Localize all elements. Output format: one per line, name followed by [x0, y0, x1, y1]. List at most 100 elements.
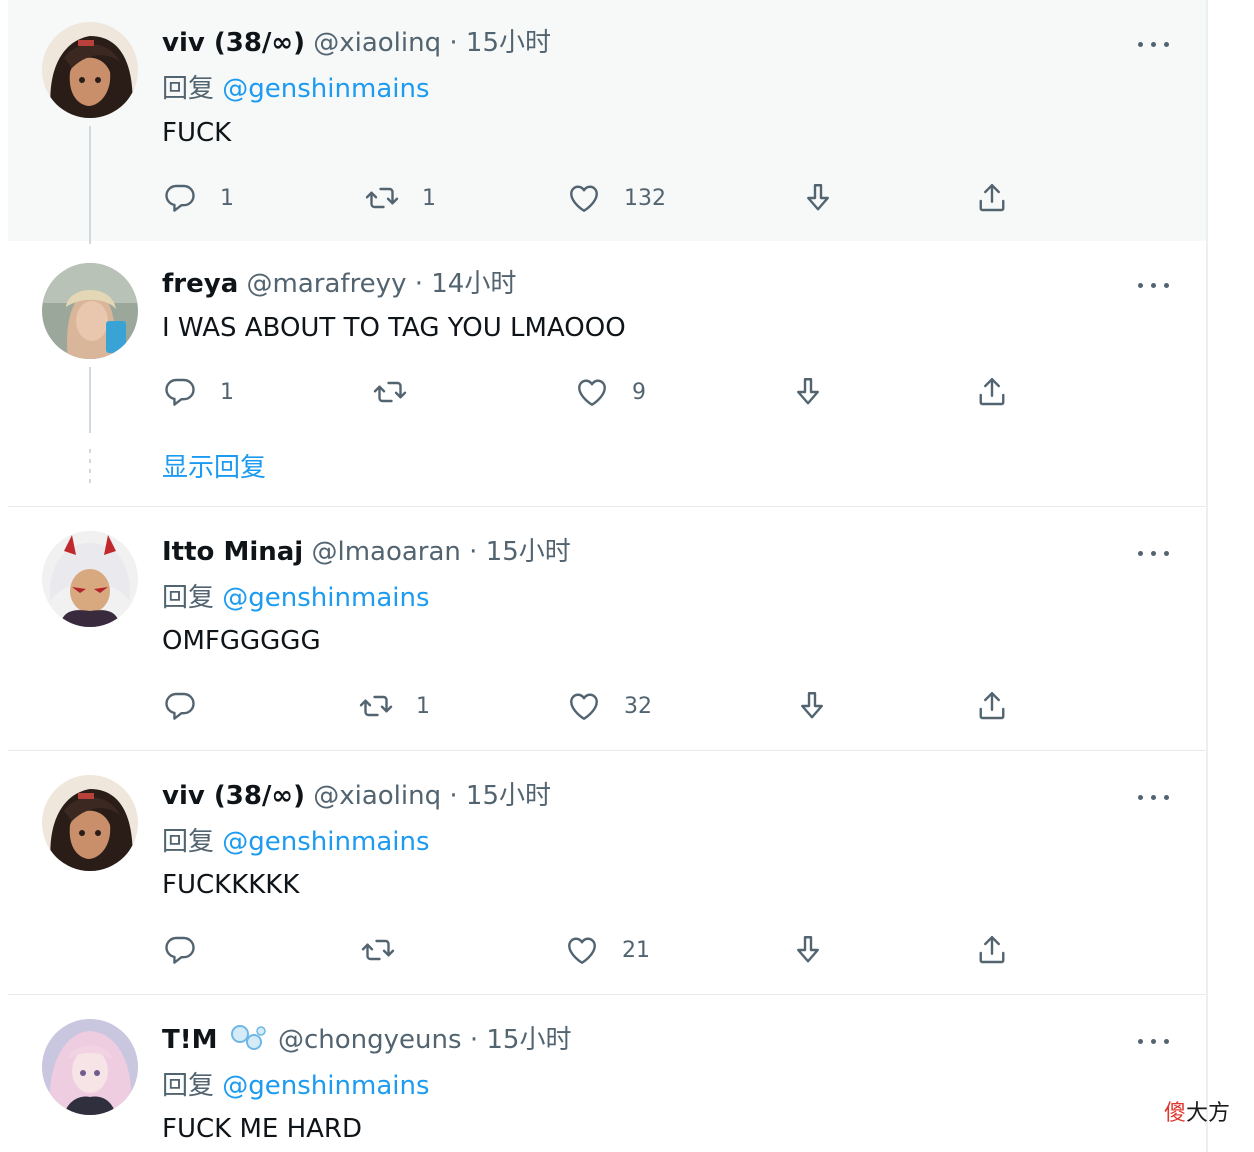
reply-count: 1	[220, 185, 234, 211]
timestamp[interactable]: 15小时	[466, 781, 551, 811]
tweet-text: I WAS ABOUT TO TAG YOU LMAOOO	[162, 313, 626, 343]
like-button[interactable]: 9	[574, 372, 646, 412]
show-replies-link[interactable]: 显示回复	[162, 451, 266, 485]
separator-dot: ·	[469, 1025, 479, 1055]
reply-count: 1	[220, 379, 234, 405]
tweet-text: FUCKKKKK	[162, 870, 300, 900]
reply-mention-link[interactable]: @genshinmains	[222, 1071, 429, 1101]
share-icon	[974, 688, 1010, 724]
share-button[interactable]	[974, 372, 1010, 412]
reply-feed: viv (38/∞) @xiaolinq · 15小时 回复 @genshinm…	[8, 0, 1206, 1152]
share-button[interactable]	[974, 930, 1010, 970]
more-options-icon[interactable]	[1136, 1031, 1172, 1051]
reply-button[interactable]: 1	[162, 372, 234, 412]
display-name[interactable]: viv (38/∞)	[162, 28, 305, 58]
replying-to: 回复 @genshinmains	[162, 72, 430, 106]
reply-button[interactable]	[162, 930, 198, 970]
user-handle[interactable]: @lmaoaran	[311, 537, 460, 567]
horned-character-avatar[interactable]	[42, 531, 138, 627]
like-count: 132	[624, 185, 666, 211]
download-button[interactable]	[794, 686, 830, 726]
timestamp[interactable]: 15小时	[486, 537, 571, 567]
tweet[interactable]: freya @marafreyy · 14小时 I WAS ABOUT TO T…	[8, 241, 1206, 507]
reply-mention-link[interactable]: @genshinmains	[222, 827, 429, 857]
separator-dot: ·	[469, 537, 478, 567]
thread-line	[89, 367, 91, 433]
separator-dot: ·	[449, 28, 458, 58]
download-icon	[800, 180, 836, 216]
timestamp[interactable]: 14小时	[431, 269, 516, 299]
heart-icon	[564, 932, 600, 968]
like-count: 9	[632, 379, 646, 405]
tweet-header: Itto Minaj @lmaoaran · 15小时	[162, 535, 571, 569]
retweet-button[interactable]: 1	[364, 178, 436, 218]
tweet[interactable]: T!M @chongyeuns · 15小时 回复 @genshinmains …	[8, 995, 1206, 1152]
like-button[interactable]: 21	[564, 930, 650, 970]
reply-mention-link[interactable]: @genshinmains	[222, 74, 429, 104]
bubbles-emoji	[230, 1024, 266, 1061]
display-name[interactable]: Itto Minaj	[162, 537, 303, 567]
retweet-icon	[372, 374, 408, 410]
more-options-icon[interactable]	[1136, 787, 1172, 807]
tweet-header: freya @marafreyy · 14小时	[162, 267, 516, 301]
user-handle[interactable]: @marafreyy	[247, 269, 407, 299]
reply-button[interactable]	[162, 686, 198, 726]
tweet-text: OMFGGGGG	[162, 626, 321, 656]
tweet-text: FUCK	[162, 118, 232, 148]
tweet[interactable]: viv (38/∞) @xiaolinq · 15小时 回复 @genshinm…	[8, 0, 1206, 244]
replying-to: 回复 @genshinmains	[162, 581, 430, 615]
more-options-icon[interactable]	[1136, 543, 1172, 563]
display-name[interactable]: viv (38/∞)	[162, 781, 305, 811]
reply-prefix: 回复	[162, 74, 215, 104]
like-count: 32	[624, 693, 652, 719]
share-button[interactable]	[974, 178, 1010, 218]
separator-dot: ·	[449, 781, 458, 811]
retweet-icon	[364, 180, 400, 216]
reply-mention-link[interactable]: @genshinmains	[222, 583, 429, 613]
tweet-header: viv (38/∞) @xiaolinq · 15小时	[162, 779, 551, 813]
share-icon	[974, 180, 1010, 216]
watermark: 傻大方	[1164, 1100, 1230, 1128]
like-button[interactable]: 32	[566, 686, 652, 726]
user-handle[interactable]: @chongyeuns	[278, 1025, 462, 1055]
tweet[interactable]: viv (38/∞) @xiaolinq · 15小时 回复 @genshinm…	[8, 751, 1206, 995]
download-button[interactable]	[790, 372, 826, 412]
pink-haired-character-avatar[interactable]	[42, 1019, 138, 1115]
download-icon	[790, 374, 826, 410]
retweet-icon	[360, 932, 396, 968]
tweet-text: FUCK ME HARD	[162, 1114, 363, 1144]
watermark-text: 大方	[1186, 1101, 1231, 1126]
display-name[interactable]: freya	[162, 269, 238, 299]
timestamp[interactable]: 15小时	[466, 28, 551, 58]
more-options-icon[interactable]	[1136, 34, 1172, 54]
retweet-count: 1	[422, 185, 436, 211]
thread-line	[89, 126, 91, 244]
retweet-button[interactable]	[360, 930, 396, 970]
reply-button[interactable]: 1	[162, 178, 234, 218]
user-handle[interactable]: @xiaolinq	[313, 28, 441, 58]
watermark-char: 傻	[1164, 1101, 1187, 1126]
share-icon	[974, 932, 1010, 968]
dark-haired-character-avatar[interactable]	[42, 22, 138, 118]
user-handle[interactable]: @xiaolinq	[313, 781, 441, 811]
share-button[interactable]	[974, 686, 1010, 726]
photo-avatar[interactable]	[42, 263, 138, 359]
timestamp[interactable]: 15小时	[486, 1025, 571, 1055]
reply-prefix: 回复	[162, 583, 215, 613]
download-button[interactable]	[800, 178, 836, 218]
like-button[interactable]: 132	[566, 178, 666, 218]
retweet-button[interactable]: 1	[358, 686, 430, 726]
replying-to: 回复 @genshinmains	[162, 825, 430, 859]
like-count: 21	[622, 937, 650, 963]
heart-icon	[566, 180, 602, 216]
retweet-button[interactable]	[372, 372, 408, 412]
download-button[interactable]	[790, 930, 826, 970]
more-options-icon[interactable]	[1136, 275, 1172, 295]
tweet-header: viv (38/∞) @xiaolinq · 15小时	[162, 26, 551, 60]
download-icon	[794, 688, 830, 724]
tweet[interactable]: Itto Minaj @lmaoaran · 15小时 回复 @genshinm…	[8, 507, 1206, 751]
heart-icon	[566, 688, 602, 724]
dark-haired-character-avatar[interactable]	[42, 775, 138, 871]
download-icon	[790, 932, 826, 968]
display-name[interactable]: T!M	[162, 1025, 217, 1055]
